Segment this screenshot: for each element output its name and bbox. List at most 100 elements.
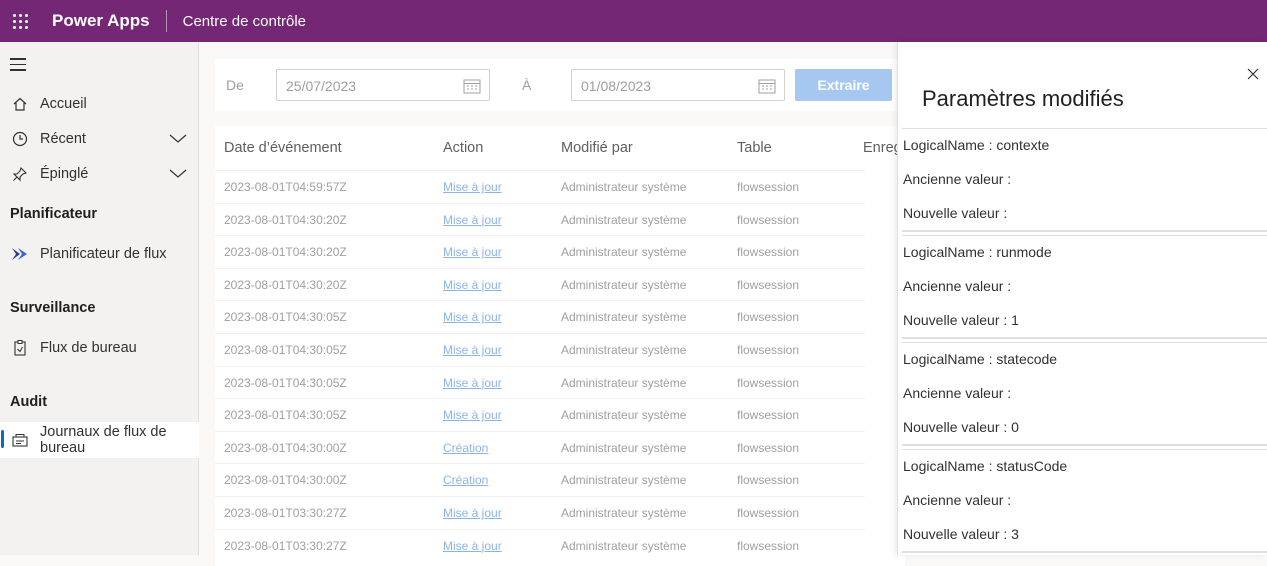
old-value: Ancienne valeur : — [903, 492, 1012, 508]
cell-table: flowsession — [737, 538, 800, 553]
audit-log-icon — [0, 433, 40, 447]
table-row[interactable]: 2023-08-01T04:30:00Z Création Administrate… — [215, 463, 865, 496]
sidebar-item-epingle[interactable]: Épinglé — [0, 157, 199, 191]
calendar-icon[interactable] — [463, 78, 481, 97]
table-row[interactable]: 2023-08-01T04:30:20Z Mise à jour Administr… — [215, 267, 865, 301]
section-title-audit: Audit — [10, 394, 48, 410]
changed-parameters-panel: Paramètres modifiés LogicalName : contex… — [897, 42, 1267, 555]
cell-action-link[interactable]: Mise à jour — [443, 310, 502, 324]
cell-table: flowsession — [737, 180, 800, 194]
logical-name: LogicalName : statecode — [903, 351, 1058, 367]
cell-modified-by: Administrateur système — [561, 473, 687, 488]
column-header-table[interactable]: Table — [737, 140, 772, 156]
new-value: Nouvelle valeur : 3 — [903, 526, 1019, 542]
cell-modified-by: Administrateur système — [561, 180, 687, 194]
logical-name: LogicalName : statusCode — [903, 458, 1068, 474]
column-header-modified-by[interactable]: Modifié par — [561, 140, 633, 156]
cell-modified-by: Administrateur système — [561, 538, 687, 553]
hamburger-menu-icon[interactable] — [10, 58, 26, 75]
table-row[interactable]: 2023-08-01T03:30:27Z Mise à jour Administr… — [215, 496, 865, 529]
to-date-input[interactable]: 01/08/2023 — [571, 69, 785, 101]
main-content: De 25/07/2023 À 01/08/2023 Extraire Date… — [200, 42, 905, 566]
sidebar: Accueil Récent Épinglé Planificateur Pla… — [0, 42, 199, 555]
clock-icon — [0, 131, 40, 147]
cell-date: 2023-08-01T04:30:05Z — [224, 408, 347, 423]
close-icon[interactable] — [1245, 66, 1261, 82]
cell-table: flowsession — [737, 245, 800, 260]
sidebar-item-label: Épinglé — [40, 166, 89, 182]
cell-action-link[interactable]: Mise à jour — [443, 376, 502, 390]
cell-modified-by: Administrateur système — [561, 212, 687, 227]
cell-action-link[interactable]: Mise à jour — [443, 343, 502, 357]
sidebar-item-recent[interactable]: Récent — [0, 122, 199, 156]
cell-action-link[interactable]: Mise à jour — [443, 278, 502, 292]
from-date-input[interactable]: 25/07/2023 — [276, 69, 490, 101]
chevron-down-icon[interactable] — [169, 166, 187, 184]
to-label: À — [522, 77, 532, 93]
cell-table: flowsession — [737, 440, 800, 455]
column-header-action[interactable]: Action — [443, 140, 483, 156]
table-row[interactable]: 2023-08-01T04:30:05Z Mise à jour Administr… — [215, 365, 865, 399]
table-row[interactable]: 2023-08-01T04:30:20Z Mise à jour Administr… — [215, 235, 865, 268]
cell-date: 2023-08-01T04:30:05Z — [224, 310, 347, 325]
cell-table: flowsession — [737, 212, 800, 227]
cell-action-link[interactable]: Mise à jour — [443, 408, 502, 422]
cell-action-link[interactable]: Mise à jour — [443, 245, 502, 259]
cell-action-link[interactable]: Mise à jour — [443, 180, 502, 194]
cell-table: flowsession — [737, 408, 800, 423]
logical-name: LogicalName : runmode — [903, 244, 1052, 260]
cell-action-link[interactable]: Mise à jour — [443, 506, 502, 520]
cell-action-link[interactable]: Mise à jour — [443, 213, 502, 227]
table-row[interactable]: 2023-08-01T04:59:57Z Mise à jour Administr… — [215, 170, 865, 203]
cell-action-link[interactable]: Création — [443, 441, 488, 455]
pin-icon — [0, 166, 40, 182]
cell-date: 2023-08-01T04:30:20Z — [224, 245, 347, 260]
to-date-value: 01/08/2023 — [581, 78, 652, 94]
desktop-flow-icon — [0, 340, 40, 356]
audit-table: Date d’événement Action Modifié par Tabl… — [215, 126, 905, 566]
section-title-surveillance: Surveillance — [10, 300, 96, 316]
old-value: Ancienne valeur : — [903, 278, 1012, 294]
cell-date: 2023-08-01T03:30:27Z — [224, 538, 347, 553]
app-launcher-button[interactable] — [0, 0, 40, 42]
chevron-down-icon[interactable] — [169, 131, 187, 149]
sidebar-item-label: Journaux de flux de bureau — [40, 424, 167, 456]
cell-date: 2023-08-01T04:30:05Z — [224, 343, 347, 357]
sidebar-item-label: Planificateur de flux — [40, 246, 167, 262]
table-row[interactable]: 2023-08-01T03:30:27Z Mise à jour Administr… — [215, 528, 865, 562]
flow-scheduler-icon — [0, 247, 40, 261]
cell-modified-by: Administrateur système — [561, 310, 687, 325]
app-name[interactable]: Power Apps — [52, 10, 167, 32]
sidebar-item-journaux-de-flux-de-bureau[interactable]: Journaux de flux de bureau — [0, 422, 199, 458]
cell-modified-by: Administrateur système — [561, 440, 687, 455]
table-row[interactable]: 2023-08-01T04:30:05Z Mise à jour Administr… — [215, 398, 865, 431]
filter-bar: De 25/07/2023 À 01/08/2023 Extraire — [215, 59, 905, 111]
table-row[interactable]: 2023-08-01T04:30:05Z Mise à jour Administr… — [215, 300, 865, 333]
calendar-icon[interactable] — [758, 78, 776, 97]
cell-action-link[interactable]: Mise à jour — [443, 539, 502, 553]
cell-table: flowsession — [737, 473, 800, 488]
top-bar: Power Apps Centre de contrôle — [0, 0, 1267, 42]
from-label: De — [226, 77, 244, 93]
from-date-value: 25/07/2023 — [286, 78, 357, 94]
table-row[interactable]: 2023-08-01T04:30:05Z Mise à jour Administr… — [215, 333, 865, 366]
sidebar-item-flux-de-bureau[interactable]: Flux de bureau — [0, 331, 199, 365]
parameter-card: LogicalName : statusCode Ancienne valeur … — [902, 449, 1267, 553]
sidebar-item-planificateur-de-flux[interactable]: Planificateur de flux — [0, 237, 199, 271]
cell-table: flowsession — [737, 310, 800, 325]
parameter-card: LogicalName : contexte Ancienne valeur : N… — [902, 128, 1267, 232]
column-header-date[interactable]: Date d’événement — [224, 140, 342, 156]
sidebar-item-label: Récent — [40, 131, 86, 147]
home-icon — [0, 96, 40, 112]
cell-date: 2023-08-01T04:30:20Z — [224, 212, 347, 227]
extract-button[interactable]: Extraire — [795, 69, 892, 101]
cell-action-link[interactable]: Création — [443, 473, 488, 487]
old-value: Ancienne valeur : — [903, 385, 1012, 401]
table-row[interactable]: 2023-08-01T04:30:20Z Mise à jour Administr… — [215, 202, 865, 236]
logical-name: LogicalName : contexte — [903, 137, 1050, 153]
cell-modified-by: Administrateur système — [561, 277, 687, 292]
column-header-record[interactable]: Enreg — [863, 140, 902, 156]
parameter-card: LogicalName : statecode Ancienne valeur :… — [902, 342, 1267, 446]
table-row[interactable]: 2023-08-01T04:30:00Z Création Administrate… — [215, 430, 865, 464]
sidebar-item-accueil[interactable]: Accueil — [0, 87, 199, 121]
